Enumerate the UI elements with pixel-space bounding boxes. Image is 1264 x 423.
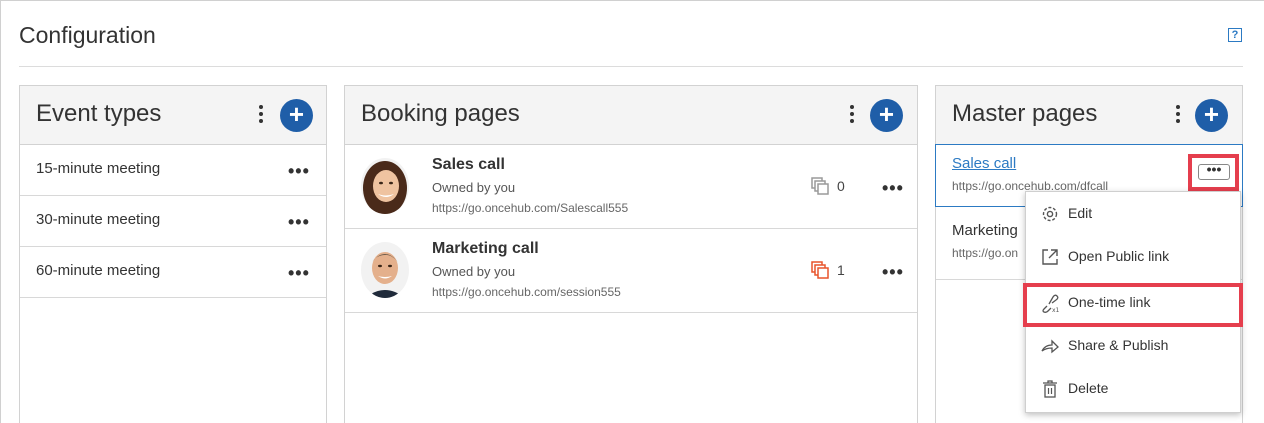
- menu-item-edit[interactable]: Edit: [1026, 194, 1242, 234]
- one-time-link-highlight: [1023, 283, 1243, 327]
- booking-page-name: Sales call: [432, 156, 505, 173]
- add-event-type-button[interactable]: +: [280, 99, 313, 132]
- booking-page-count: 1: [837, 262, 845, 278]
- help-icon[interactable]: ?: [1228, 28, 1242, 42]
- event-types-header: Event types +: [20, 86, 326, 145]
- master-page-link[interactable]: Sales call: [952, 155, 1016, 172]
- share-icon: [1041, 339, 1059, 354]
- event-type-row[interactable]: 15-minute meeting •••: [20, 145, 326, 196]
- event-type-label: 15-minute meeting: [36, 160, 161, 177]
- menu-item-delete[interactable]: Delete: [1026, 369, 1242, 409]
- master-pages-more-icon[interactable]: [1173, 105, 1183, 127]
- booking-pages-title: Booking pages: [361, 100, 520, 127]
- booking-page-row[interactable]: Marketing call Owned by you https://go.o…: [345, 229, 917, 313]
- event-types-title: Event types: [36, 100, 162, 127]
- add-booking-page-button[interactable]: +: [870, 99, 903, 132]
- event-type-actions-icon[interactable]: •••: [288, 162, 310, 180]
- trash-icon: [1043, 380, 1057, 398]
- booking-page-url: https://go.oncehub.com/session555: [432, 285, 621, 299]
- menu-item-open-public-link[interactable]: Open Public link: [1026, 237, 1242, 277]
- master-page-actions-button[interactable]: •••: [1198, 162, 1230, 180]
- event-type-label: 60-minute meeting: [36, 262, 161, 279]
- external-link-icon: [1042, 249, 1058, 265]
- add-master-page-button[interactable]: +: [1195, 99, 1228, 132]
- booking-page-name: Marketing call: [432, 240, 539, 257]
- event-type-label: 30-minute meeting: [36, 211, 161, 228]
- menu-item-label: Edit: [1068, 205, 1093, 221]
- menu-item-share-publish[interactable]: Share & Publish: [1026, 326, 1242, 366]
- master-pages-title: Master pages: [952, 100, 1098, 127]
- event-type-row[interactable]: 30-minute meeting •••: [20, 196, 326, 247]
- booking-page-owner: Owned by you: [432, 180, 516, 195]
- booking-page-actions-icon[interactable]: •••: [882, 179, 904, 197]
- booking-pages-header: Booking pages +: [345, 86, 917, 145]
- booking-page-actions-icon[interactable]: •••: [882, 263, 904, 281]
- booking-pages-panel: Booking pages + Sales call Owned by you …: [344, 85, 918, 423]
- booking-page-count: 0: [837, 178, 845, 194]
- booking-page-url: https://go.oncehub.com/Salescall555: [432, 201, 629, 215]
- title-divider: [19, 66, 1243, 67]
- copies-icon: [811, 261, 829, 279]
- event-type-actions-icon[interactable]: •••: [288, 213, 310, 231]
- avatar: [361, 158, 409, 214]
- booking-page-owner: Owned by you: [432, 264, 516, 279]
- gear-icon: [1042, 206, 1058, 222]
- copies-icon: [811, 177, 829, 195]
- event-type-actions-icon[interactable]: •••: [288, 264, 310, 282]
- event-types-panel: Event types + 15-minute meeting ••• 30-m…: [19, 85, 327, 423]
- master-page-name: Marketing: [952, 222, 1018, 239]
- event-type-row[interactable]: 60-minute meeting •••: [20, 247, 326, 298]
- menu-item-label: Open Public link: [1068, 248, 1170, 264]
- page-title: Configuration: [19, 22, 156, 48]
- booking-pages-more-icon[interactable]: [847, 105, 857, 127]
- menu-item-label: Share & Publish: [1068, 337, 1169, 353]
- avatar: [361, 242, 409, 298]
- master-page-url: https://go.on: [952, 246, 1019, 260]
- booking-page-row[interactable]: Sales call Owned by you https://go.onceh…: [345, 145, 917, 229]
- master-pages-header: Master pages +: [936, 86, 1242, 145]
- event-types-more-icon[interactable]: [256, 105, 266, 127]
- menu-item-label: Delete: [1068, 380, 1109, 396]
